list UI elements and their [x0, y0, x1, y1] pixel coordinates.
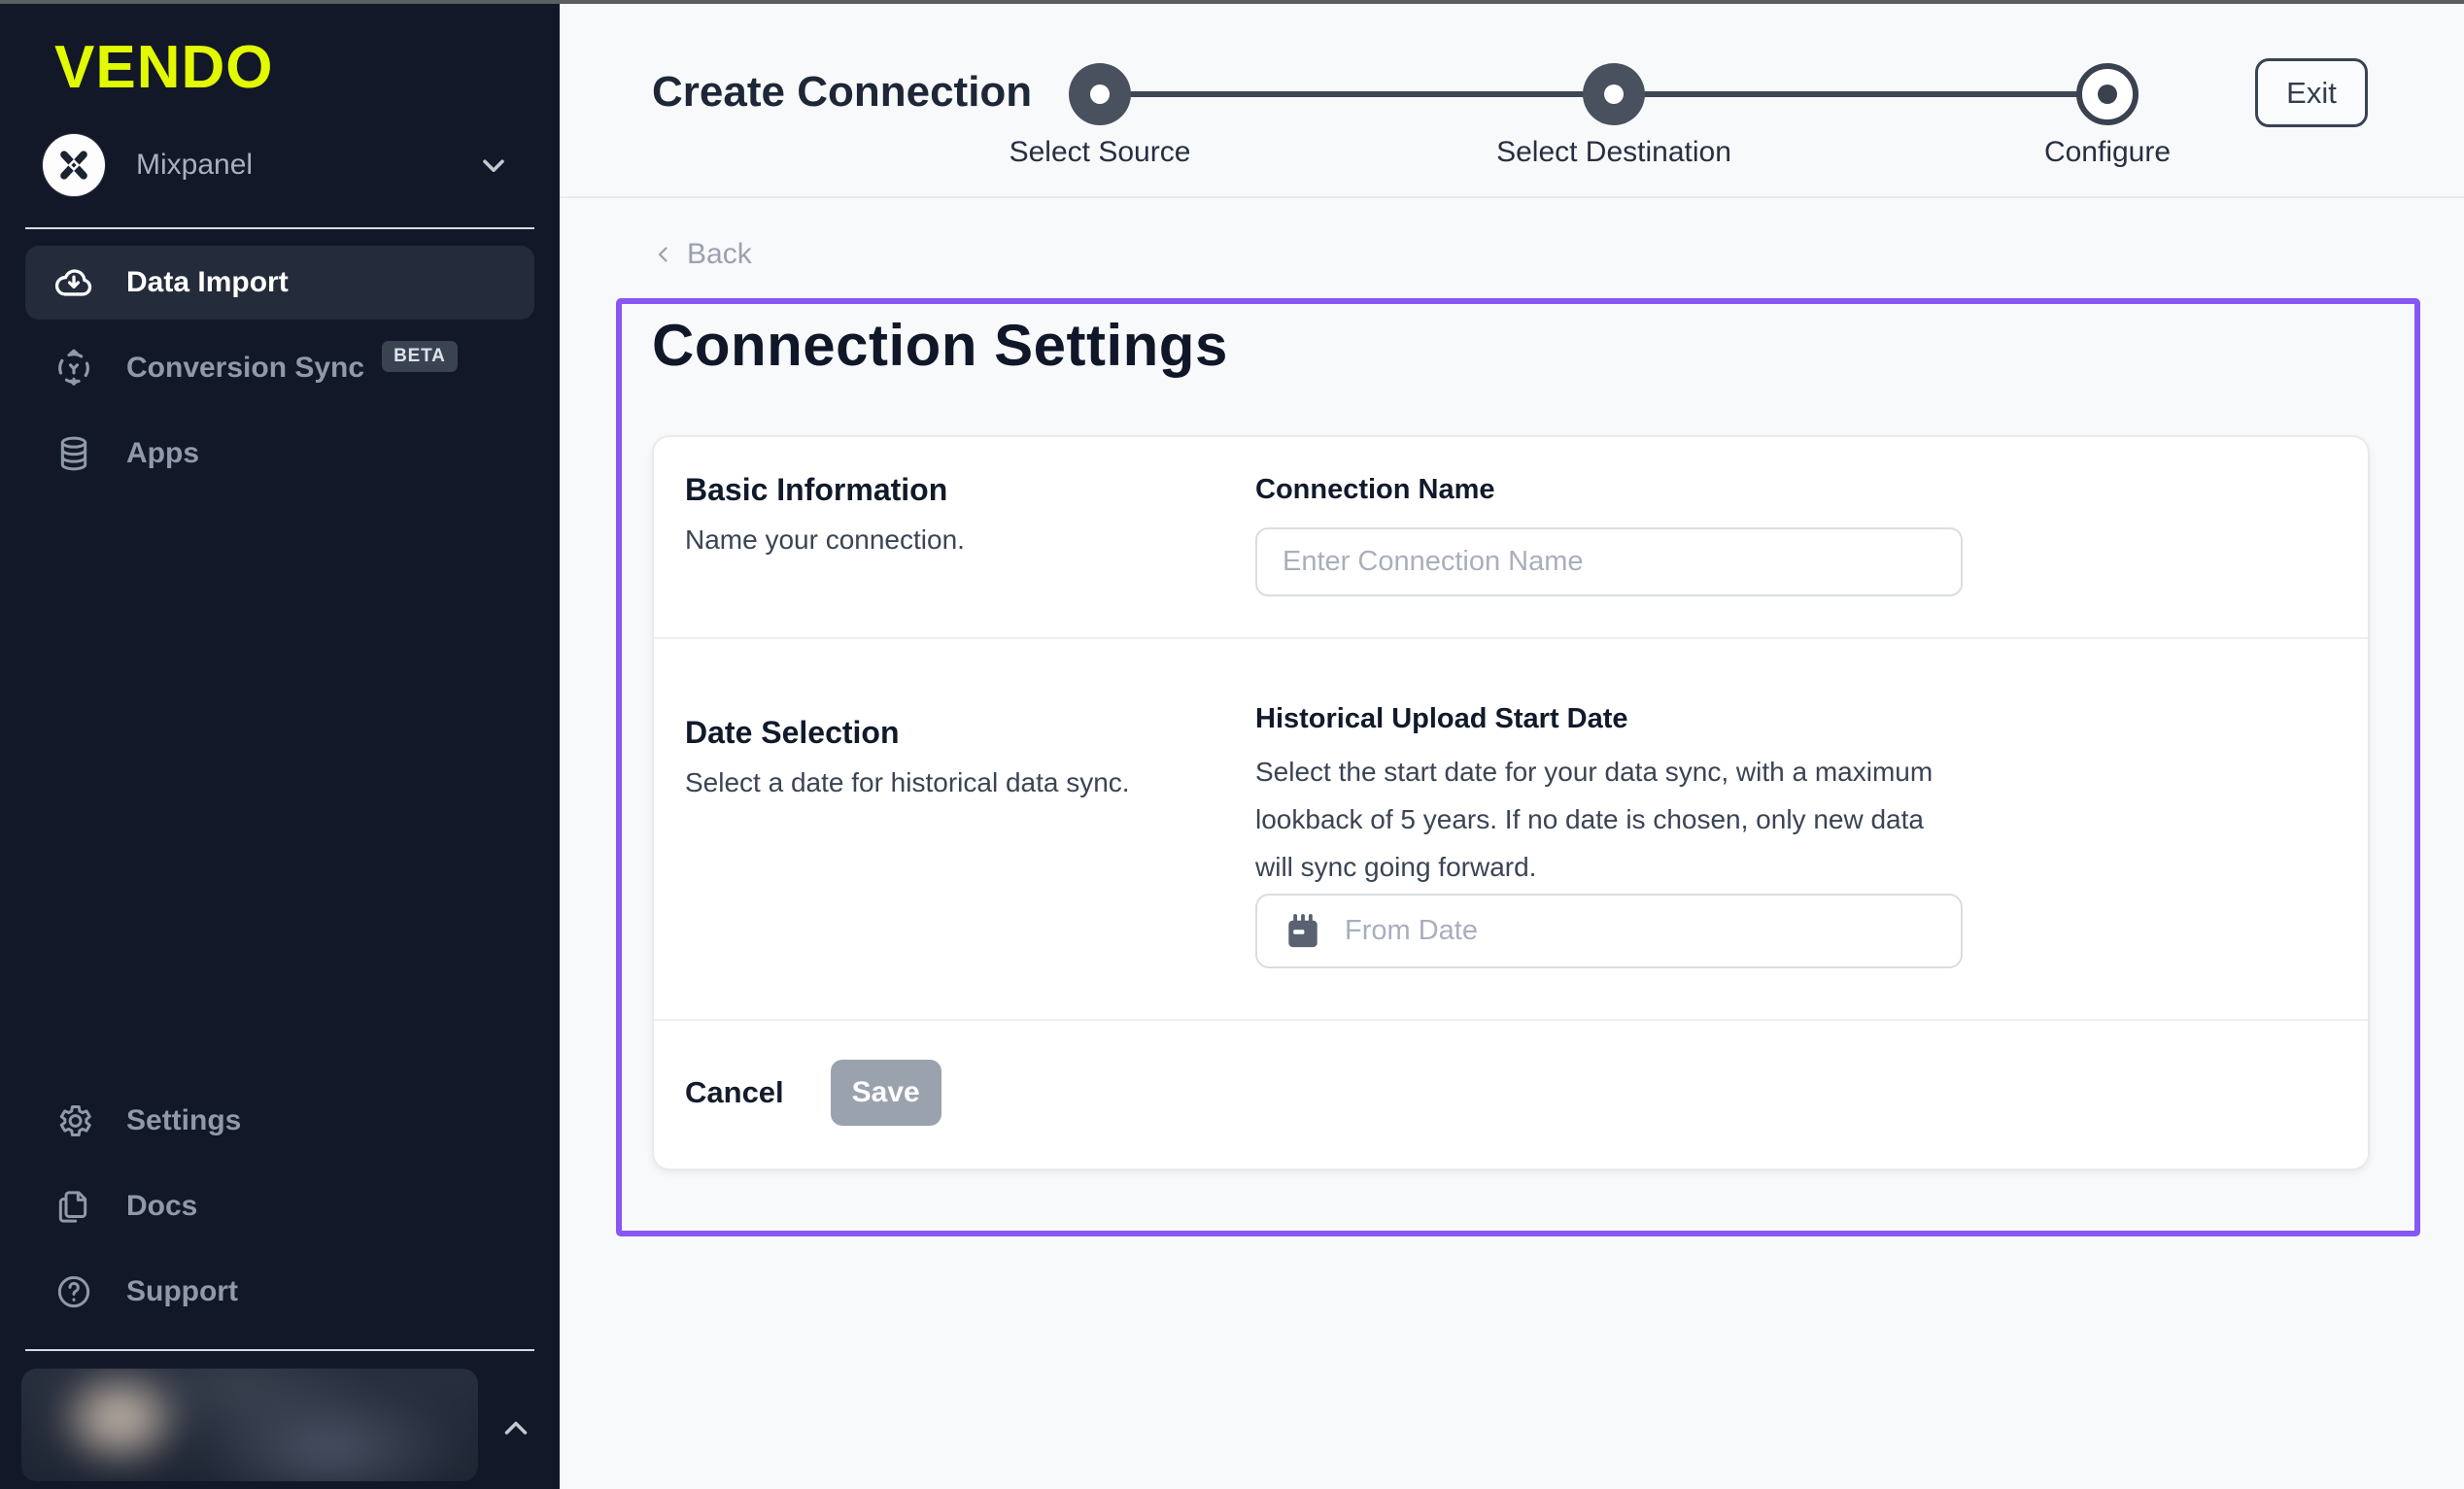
sidebar: VENDO Mixpanel Data Import — [0, 0, 560, 1489]
sidebar-item-support[interactable]: Support — [25, 1255, 534, 1329]
workspace-name: Mixpanel — [136, 149, 253, 182]
sidebar-divider — [25, 227, 534, 229]
mixpanel-avatar — [43, 134, 105, 196]
step-label-select-source: Select Source — [1010, 136, 1191, 169]
settings-card: Basic Information Name your connection. … — [652, 435, 2370, 1170]
page-title: Create Connection — [652, 68, 1032, 117]
workspace-selector[interactable]: Mixpanel — [25, 126, 534, 204]
back-link[interactable]: Back — [652, 238, 752, 271]
step-indicator-select-destination — [1583, 63, 1645, 125]
chevron-left-icon — [652, 243, 675, 266]
cloud-download-icon — [52, 261, 95, 304]
section-heading: Date Selection — [685, 715, 900, 751]
step-indicator-configure — [2076, 63, 2139, 125]
sidebar-item-data-import[interactable]: Data Import — [25, 246, 534, 320]
section-description: Select a date for historical data sync. — [685, 767, 1130, 798]
sidebar-item-label: Settings — [126, 1104, 241, 1137]
connection-name-label: Connection Name — [1255, 474, 1495, 506]
gear-icon — [52, 1100, 95, 1141]
beta-badge: BETA — [382, 341, 458, 372]
blurred-user-info — [21, 1369, 478, 1481]
main-area: Create Connection Select Source Select D… — [560, 0, 2464, 1489]
date-selection-section: Date Selection Select a date for histori… — [654, 639, 2368, 1021]
cancel-button[interactable]: Cancel — [685, 1075, 784, 1110]
save-button[interactable]: Save — [831, 1060, 941, 1126]
sidebar-item-label: Conversion Sync — [126, 352, 364, 385]
step-label-select-destination: Select Destination — [1496, 136, 1731, 169]
step-indicator-select-source — [1069, 63, 1131, 125]
section-heading: Basic Information — [685, 472, 947, 508]
wizard-header: Create Connection Select Source Select D… — [560, 0, 2464, 198]
sidebar-item-settings[interactable]: Settings — [25, 1084, 534, 1158]
sidebar-item-label: Docs — [126, 1190, 197, 1223]
from-date-input[interactable]: From Date — [1255, 894, 1963, 968]
step-label-configure: Configure — [2044, 136, 2171, 169]
back-label: Back — [687, 238, 752, 271]
sidebar-item-label: Data Import — [126, 266, 289, 299]
sidebar-item-docs[interactable]: Docs — [25, 1169, 534, 1243]
connection-name-input[interactable] — [1255, 527, 1963, 596]
sidebar-divider — [25, 1349, 534, 1351]
sidebar-item-label: Apps — [126, 437, 199, 470]
chevron-down-icon — [476, 148, 511, 183]
conversion-sync-icon — [52, 348, 95, 389]
connection-settings-panel: Connection Settings Basic Information Na… — [616, 298, 2420, 1236]
basic-information-section: Basic Information Name your connection. … — [654, 437, 2368, 639]
actions-row: Cancel Save — [654, 1021, 2368, 1165]
docs-icon — [52, 1187, 95, 1226]
mixpanel-logo-icon — [54, 146, 93, 185]
chevron-up-icon[interactable] — [497, 1410, 534, 1447]
vendo-logo: VENDO — [54, 33, 273, 102]
start-date-label: Historical Upload Start Date — [1255, 703, 1628, 735]
sidebar-item-conversion-sync[interactable]: Conversion Sync BETA — [25, 331, 534, 405]
sidebar-item-label: Support — [126, 1275, 238, 1308]
panel-title: Connection Settings — [652, 312, 1228, 379]
sidebar-item-apps[interactable]: Apps — [25, 417, 534, 491]
exit-button[interactable]: Exit — [2255, 58, 2368, 127]
from-date-placeholder: From Date — [1345, 915, 1478, 947]
window-top-strip — [0, 0, 2464, 4]
calendar-icon — [1283, 911, 1323, 952]
start-date-description: Select the start date for your data sync… — [1255, 748, 1940, 891]
sidebar-primary-nav: Data Import Conversion Sync BETA — [25, 246, 534, 491]
sidebar-footer-nav: Settings Docs Support — [25, 1084, 534, 1329]
help-icon — [52, 1272, 95, 1311]
user-account-chip[interactable] — [21, 1369, 478, 1481]
database-icon — [52, 434, 95, 473]
section-description: Name your connection. — [685, 525, 965, 556]
